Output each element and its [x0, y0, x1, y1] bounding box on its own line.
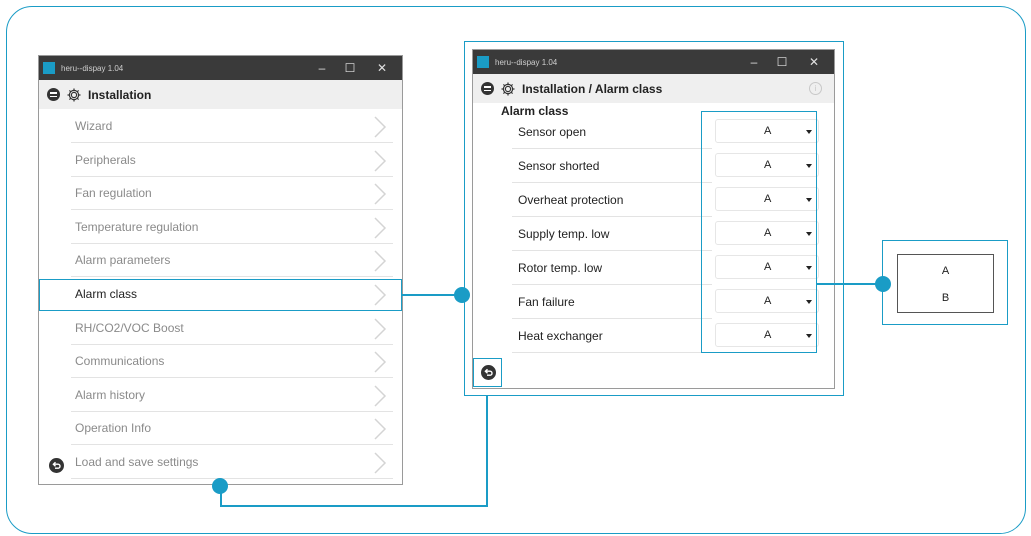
menu-item-label: RH/CO2/VOC Boost [75, 320, 184, 335]
menu-item-label: Load and save settings [75, 455, 199, 469]
menu-item[interactable]: Load and save settings [71, 446, 393, 479]
gear-icon [67, 88, 81, 101]
dropdowns-highlight [701, 111, 817, 353]
alarm-row-label: Heat exchanger [518, 329, 603, 343]
back-button-highlight [473, 358, 502, 387]
alarm-row-label: Sensor shorted [518, 159, 600, 173]
alarm-row: Overheat protection [512, 183, 712, 217]
alarm-row-label: Supply temp. low [518, 227, 610, 241]
close-button[interactable]: ✕ [368, 56, 396, 80]
connector-line [220, 505, 488, 507]
menu-item[interactable]: Operation Info [71, 412, 393, 446]
chevron-right-icon [374, 183, 387, 205]
title-bar: heru--dispay 1.04 – ☐ ✕ [39, 56, 402, 80]
alarm-row-label: Overheat protection [518, 193, 624, 207]
alarm-row: Rotor temp. low [512, 251, 712, 285]
menu-item[interactable]: Alarm parameters [71, 244, 393, 278]
alarm-row: Sensor open [512, 115, 712, 149]
back-button[interactable] [49, 458, 64, 473]
maximize-button[interactable]: ☐ [768, 50, 796, 74]
option-b[interactable]: B [898, 292, 993, 304]
menu-item[interactable]: Wizard [71, 110, 393, 143]
minimize-button[interactable]: – [308, 56, 336, 80]
menu-item[interactable]: RH/CO2/VOC Boost [71, 312, 393, 345]
chevron-right-icon [374, 351, 387, 373]
alarm-row-label: Rotor temp. low [518, 261, 603, 275]
chevron-right-icon [374, 116, 387, 138]
chevron-right-icon [374, 452, 387, 474]
menu-item-label: Wizard [75, 119, 113, 133]
window-title: heru--dispay 1.04 [495, 57, 558, 67]
menu-item[interactable]: Peripherals [71, 144, 393, 177]
chevron-right-icon [374, 418, 387, 440]
menu-item[interactable]: Alarm history [71, 379, 393, 412]
maximize-button[interactable]: ☐ [336, 56, 364, 80]
option-a[interactable]: A [898, 265, 993, 277]
alarm-row: Sensor shorted [512, 149, 712, 183]
chevron-right-icon [374, 385, 387, 407]
menu-icon[interactable] [47, 88, 60, 101]
close-button[interactable]: ✕ [800, 50, 828, 74]
connector-line [402, 294, 460, 296]
page-title: Installation / Alarm class [522, 81, 663, 96]
alarm-row: Supply temp. low [512, 217, 712, 251]
info-icon[interactable]: i [809, 82, 822, 95]
title-bar: heru--dispay 1.04 – ☐ ✕ [473, 50, 834, 74]
alarm-row: Heat exchanger [512, 319, 712, 353]
options-popup: A B [897, 254, 994, 313]
alarm-row: Fan failure [512, 285, 712, 319]
connector-dot [212, 478, 228, 494]
window-title: heru--dispay 1.04 [61, 63, 124, 73]
page-header: Installation [39, 80, 402, 109]
menu-item[interactable]: Fan regulation [71, 177, 393, 211]
menu-item-label: Fan regulation [75, 186, 152, 201]
installation-window: heru--dispay 1.04 – ☐ ✕ Installation Wiz… [38, 55, 403, 485]
menu-item-label: Communications [75, 354, 165, 369]
chevron-right-icon [374, 318, 387, 340]
page-header: Installation / Alarm class i [473, 74, 834, 103]
connector-line [486, 395, 488, 506]
menu-item-label: Peripherals [75, 152, 136, 167]
page-title: Installation [88, 87, 152, 102]
menu-item[interactable]: Temperature regulation [71, 211, 393, 244]
back-icon [52, 461, 61, 469]
app-icon [477, 56, 489, 68]
alarm-class-highlight [39, 279, 402, 311]
menu-icon[interactable] [481, 82, 494, 95]
menu-item-label: Operation Info [75, 421, 152, 436]
gear-icon [501, 82, 515, 95]
connector-line [817, 283, 879, 285]
chevron-right-icon [374, 217, 387, 239]
menu-item-label: Alarm parameters [75, 253, 171, 268]
minimize-button[interactable]: – [740, 50, 768, 74]
chevron-right-icon [374, 150, 387, 172]
menu-item-label: Temperature regulation [75, 219, 199, 234]
menu-item-label: Alarm history [75, 387, 146, 402]
app-icon [43, 62, 55, 74]
alarm-row-label: Sensor open [518, 125, 587, 139]
chevron-right-icon [374, 250, 387, 272]
alarm-row-label: Fan failure [518, 295, 575, 309]
menu-item[interactable]: Communications [71, 345, 393, 379]
